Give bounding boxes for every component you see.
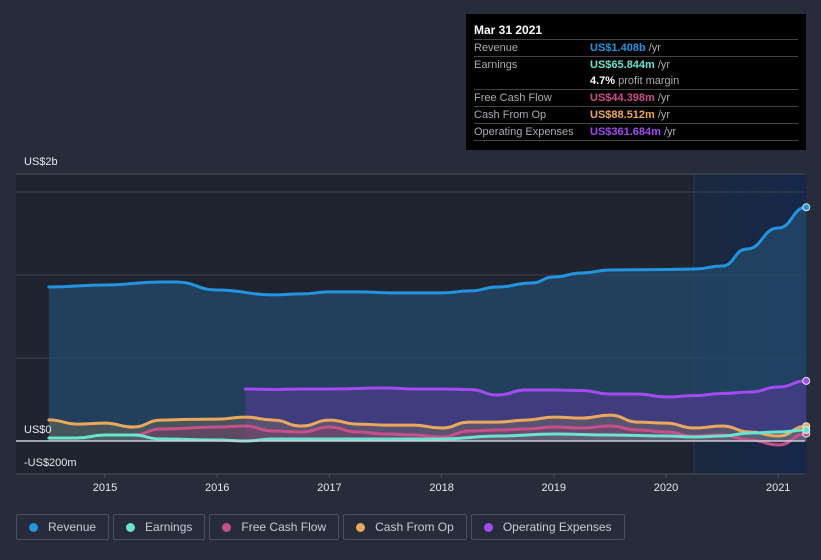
- tooltip-label: Free Cash Flow: [474, 92, 552, 104]
- revenue-end-marker: [802, 203, 811, 212]
- tooltip-row: Operating Expenses US$361.684m/yr: [474, 124, 798, 141]
- y-axis-bottom-label: -US$200m: [24, 457, 77, 469]
- tooltip-label: [474, 73, 590, 89]
- legend-label: Earnings: [145, 520, 193, 534]
- legend-dot-icon: [222, 522, 232, 532]
- tooltip: Mar 31 2021 Revenue US$1.408b/yr Earnings U…: [466, 14, 806, 150]
- legend-item-cash-from-op[interactable]: Cash From Op: [343, 514, 467, 540]
- legend-label: Operating Expenses: [502, 520, 612, 534]
- tooltip-date: Mar 31 2021: [474, 22, 798, 40]
- profit-margin-value: 4.7%: [590, 75, 616, 87]
- tooltip-unit: /yr: [657, 92, 671, 104]
- legend-label: Revenue: [48, 520, 97, 534]
- operating-expenses-end-marker: [802, 376, 811, 385]
- tooltip-label: Revenue: [474, 42, 519, 54]
- tooltip-row: Free Cash Flow US$44.398m/yr: [474, 90, 798, 107]
- x-tick-label: 2020: [654, 482, 678, 494]
- tooltip-row: Cash From Op US$88.512m/yr: [474, 107, 798, 124]
- tooltip-value: US$361.684m: [590, 126, 661, 138]
- tooltip-value: US$88.512m: [590, 109, 655, 121]
- legend-item-earnings[interactable]: Earnings: [113, 514, 206, 540]
- x-tick-label: 2015: [93, 482, 117, 494]
- tooltip-unit: /yr: [663, 126, 677, 138]
- tooltip-label: Operating Expenses: [474, 126, 574, 138]
- legend-dot-icon: [356, 522, 366, 532]
- legend-item-free-cash-flow[interactable]: Free Cash Flow: [209, 514, 340, 540]
- tooltip-value: US$1.408b: [590, 42, 646, 54]
- profit-margin-text: profit margin: [618, 75, 680, 87]
- tooltip-row: Earnings US$65.844m/yr: [474, 57, 798, 73]
- legend-item-revenue[interactable]: Revenue: [16, 514, 110, 540]
- x-tick-label: 2018: [429, 482, 453, 494]
- legend-dot-icon: [126, 522, 136, 532]
- legend-dot-icon: [29, 522, 38, 532]
- tooltip-value: US$44.398m: [590, 92, 655, 104]
- tooltip-value: US$65.844m: [590, 59, 655, 71]
- x-tick-label: 2019: [542, 482, 566, 494]
- legend-dot-icon: [483, 522, 493, 532]
- tooltip-label: Earnings: [474, 59, 518, 71]
- tooltip-unit: /yr: [657, 109, 671, 121]
- x-tick-label: 2017: [317, 482, 341, 494]
- legend: Revenue Earnings Free Cash Flow Cash From O…: [16, 514, 625, 540]
- tooltip-row: Revenue US$1.408b/yr: [474, 40, 798, 57]
- tooltip-unit: /yr: [648, 42, 661, 54]
- legend-item-operating-expenses[interactable]: Operating Expenses: [470, 514, 625, 540]
- legend-label: Cash From Op: [375, 520, 454, 534]
- y-axis-zero-label: US$0: [24, 424, 52, 436]
- legend-label: Free Cash Flow: [241, 520, 327, 534]
- y-axis-top-label: US$2b: [24, 156, 58, 168]
- tooltip-unit: /yr: [657, 59, 671, 71]
- earnings-end-marker: [802, 426, 811, 435]
- x-tick-label: 2021: [766, 482, 790, 494]
- tooltip-row: 4.7% profit margin: [474, 73, 798, 90]
- tooltip-label: Cash From Op: [474, 109, 547, 121]
- x-tick-label: 2016: [205, 482, 229, 494]
